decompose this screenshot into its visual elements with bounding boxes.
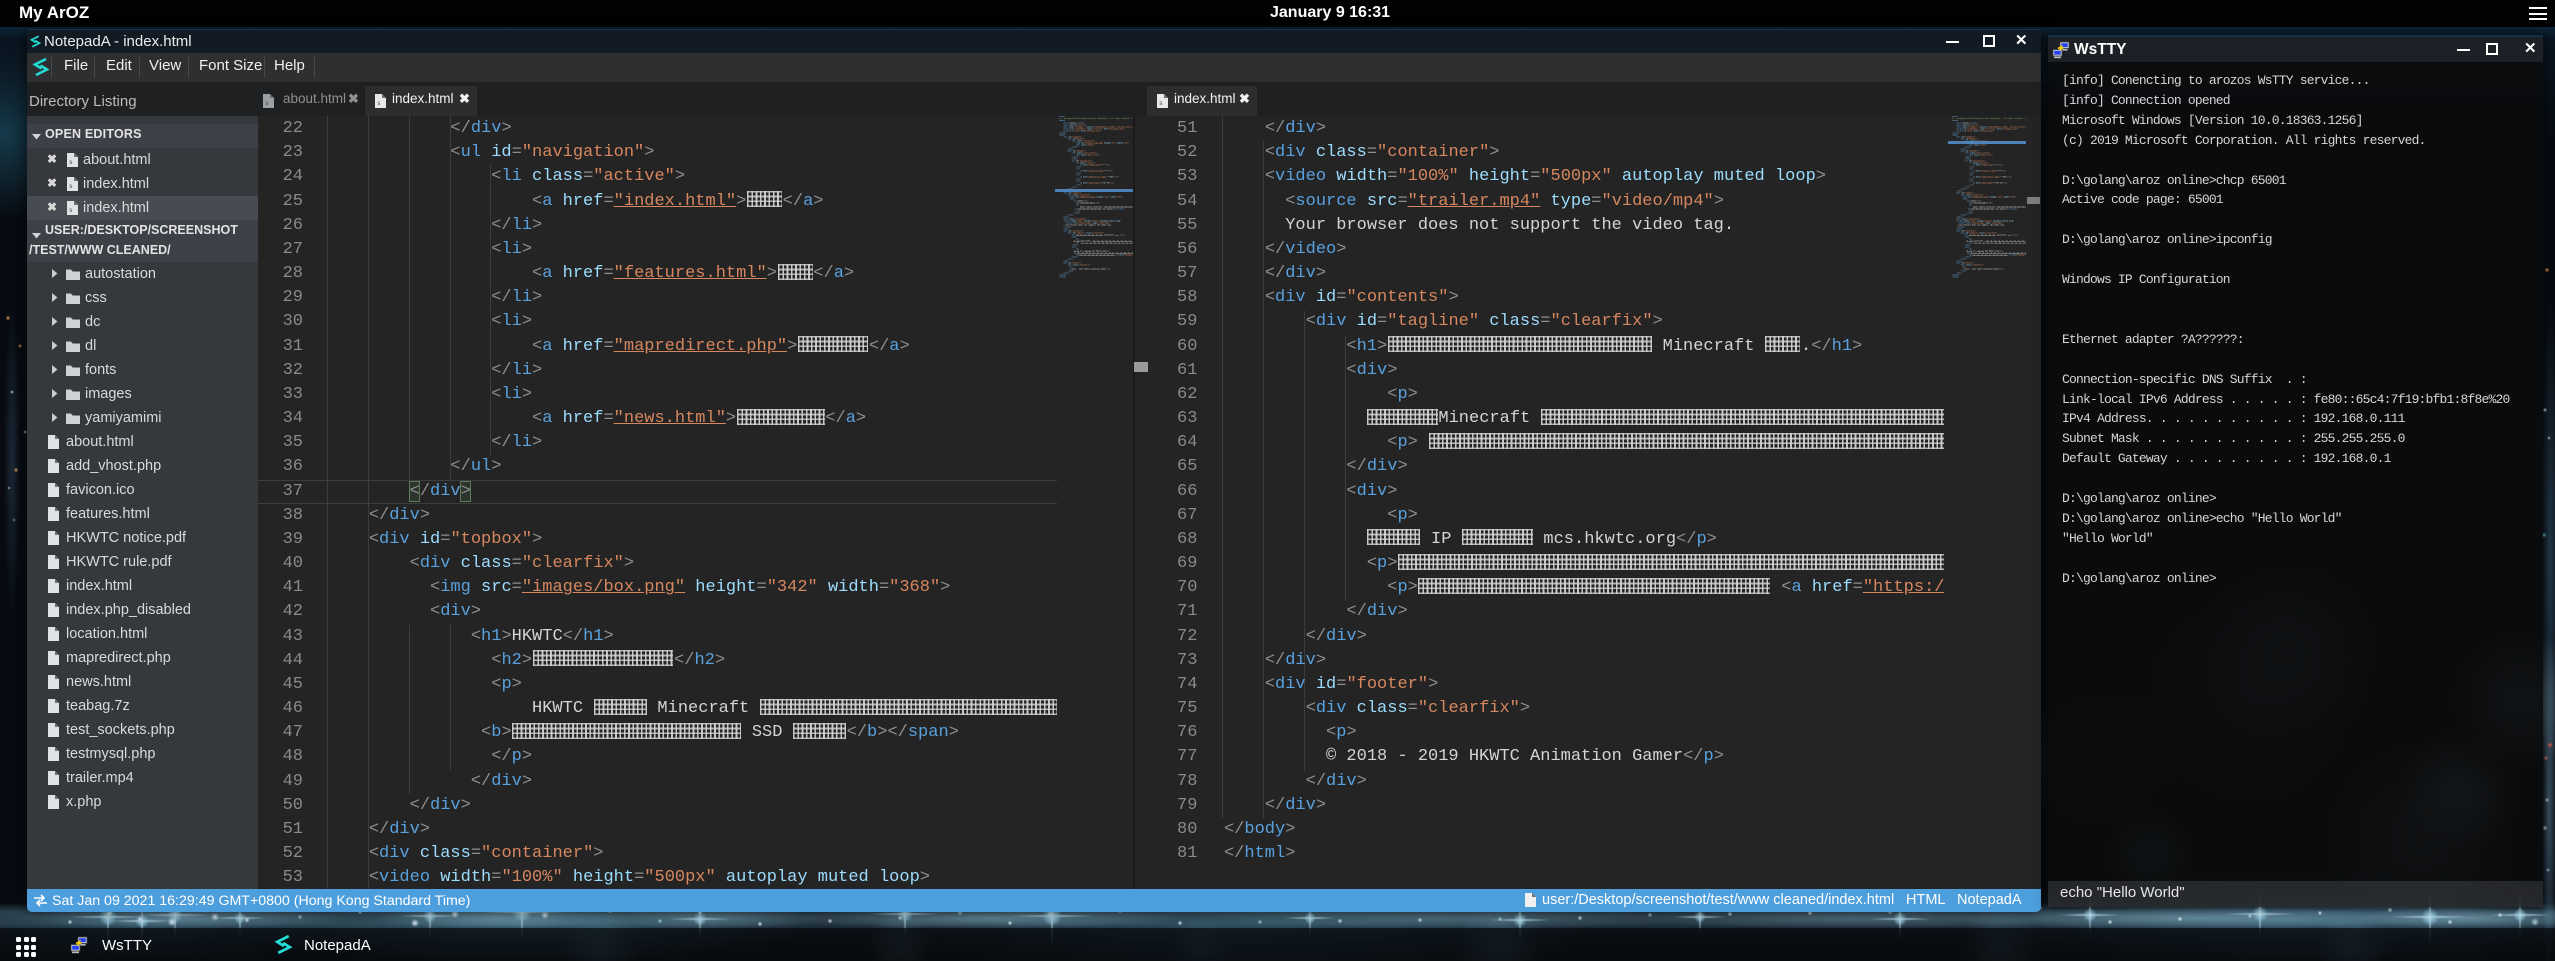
svg-text:s: s [69, 159, 73, 166]
svg-text:s: s [69, 207, 73, 214]
svg-text:s: s [265, 100, 269, 107]
svg-text:s: s [1159, 100, 1163, 107]
svg-text:s: s [377, 100, 381, 107]
svg-text:s: s [69, 183, 73, 190]
